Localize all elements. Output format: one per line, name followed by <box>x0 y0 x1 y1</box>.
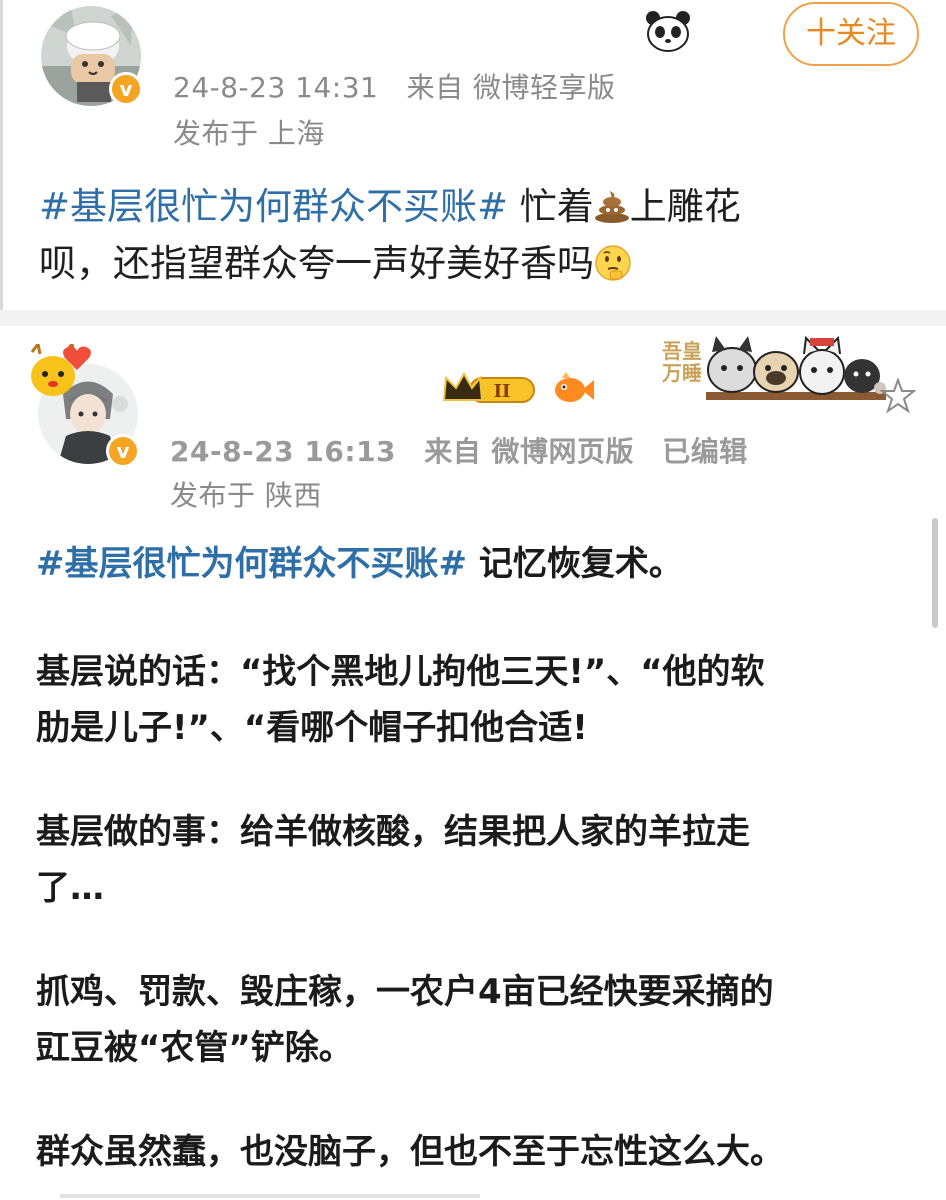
post-body-line: 群众虽然蠢，也没脑子，但也不至于忘性这么大。 <box>36 1132 784 1172</box>
post-body: #基层很忙为何群众不买账# 忙着 上雕花 呗，还指望群众夸一声好美好香吗 <box>39 178 919 292</box>
post-source-link[interactable]: 来自 微博网页版 <box>424 435 634 468</box>
body-text: 上雕花 <box>629 185 741 228</box>
body-text: 呗，还指望群众夸一声好美好香吗 <box>39 242 594 285</box>
post-card-1: v 24-8-23 14:31 来自 微博轻享版 发布于 上海 十关注 #基层很… <box>0 0 946 310</box>
follow-button[interactable]: 十关注 <box>783 2 919 66</box>
post-body-line: 肋是儿子!”、“看哪个帽子扣他合适! <box>36 708 588 748</box>
fish-icon <box>555 372 594 402</box>
body-text: 记忆恢复术。 <box>478 544 683 584</box>
post-body-line: 抓鸡、罚款、毁庄稼，一农户4亩已经快要采摘的 <box>36 972 774 1012</box>
post-body-line: 基层做的事：给羊做核酸，结果把人家的羊拉走 <box>36 812 750 852</box>
hashtag-link[interactable]: #基层很忙为何群众不买账# <box>39 185 508 228</box>
sticker-text: 吾皇万睡 <box>662 339 702 385</box>
verified-icon: v <box>106 434 140 468</box>
post-timestamp: 24-8-23 16:13 来自 微博网页版 已编辑 <box>170 430 748 470</box>
heart-icon <box>63 346 91 370</box>
post-card-2: v II 吾皇万睡 24-8-23 16:13 来自 微博网页版 已编辑 发布于… <box>0 326 946 1200</box>
timestamp-text: 24-8-23 16:13 <box>170 435 397 468</box>
crown-badge-icon: II <box>442 371 535 403</box>
post-body-line: #基层很忙为何群众不买账# 记忆恢复术。 <box>36 536 916 592</box>
poop-emoji-icon <box>594 191 629 223</box>
pet-sticker-icon: 吾皇万睡 <box>662 334 892 406</box>
post-source-link[interactable]: 来自 微博轻享版 <box>407 71 616 104</box>
verified-icon: v <box>109 72 143 106</box>
svg-text:II: II <box>494 381 511 402</box>
thinking-emoji-icon <box>595 245 631 281</box>
panda-icon <box>646 11 690 52</box>
body-text: 忙着 <box>519 185 594 228</box>
post-body-line: 豇豆被“农管”铲除。 <box>36 1028 353 1068</box>
star-icon[interactable] <box>880 378 916 414</box>
timestamp-text: 24-8-23 14:31 <box>173 71 379 104</box>
post-separator <box>0 310 946 326</box>
edited-label[interactable]: 已编辑 <box>662 435 748 468</box>
post-timestamp: 24-8-23 14:31 来自 微博轻享版 <box>173 66 615 106</box>
scrollbar[interactable] <box>932 518 938 628</box>
post-location: 发布于 上海 <box>173 117 325 150</box>
post-body-line: 了… <box>36 868 104 908</box>
divider <box>60 1194 480 1198</box>
post-location: 发布于 陕西 <box>170 479 322 512</box>
post-body-line: 基层说的话：“找个黑地儿拘他三天!”、“他的软 <box>36 652 765 692</box>
hashtag-link[interactable]: #基层很忙为何群众不买账# <box>36 544 467 584</box>
